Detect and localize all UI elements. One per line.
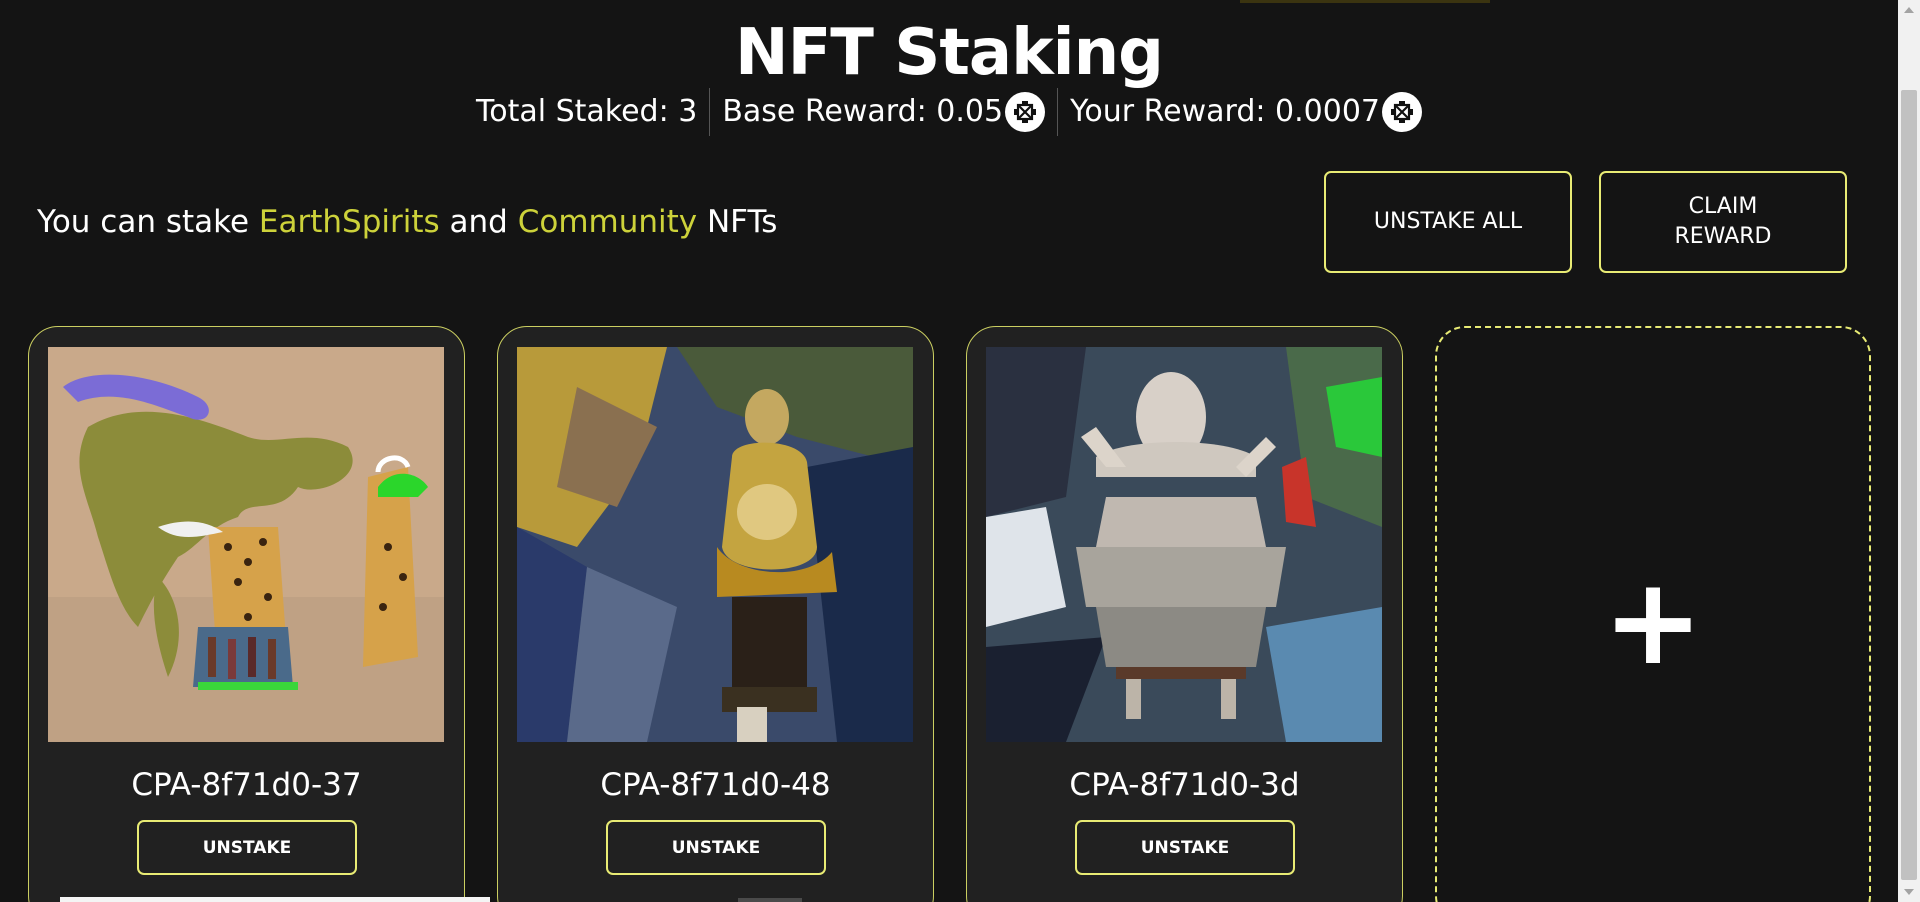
claim-reward-button[interactable]: CLAIM REWARD: [1599, 171, 1847, 273]
stats-bar: Total Staked: 3 Base Reward: 0.05 Your R…: [0, 88, 1898, 136]
add-nft-card[interactable]: +: [1435, 326, 1871, 902]
scroll-down-arrow-icon[interactable]: [1904, 889, 1914, 895]
nft-image: [517, 347, 913, 742]
stakeable-collections-text: You can stake EarthSpirits and Community…: [37, 200, 777, 244]
nft-name: CPA-8f71d0-48: [600, 767, 831, 803]
nft-name: CPA-8f71d0-3d: [1069, 767, 1300, 803]
unstake-button[interactable]: UNSTAKE: [606, 820, 826, 875]
base-reward-stat: Base Reward: 0.05: [709, 88, 1057, 136]
your-reward-text: Your Reward: 0.0007: [1070, 94, 1380, 129]
bottom-strip-decoration: [60, 897, 490, 902]
nft-image: [986, 347, 1382, 742]
intro-suffix: NFTs: [697, 204, 778, 240]
unstake-button[interactable]: UNSTAKE: [137, 820, 357, 875]
nft-card: CPA-8f71d0-48 UNSTAKE: [497, 326, 934, 902]
page-title: NFT Staking: [735, 16, 1164, 90]
token-coin-icon: [1382, 92, 1422, 132]
collection-community: Community: [517, 204, 698, 240]
your-reward-stat: Your Reward: 0.0007: [1057, 88, 1434, 136]
collection-earthspirits: EarthSpirits: [258, 204, 440, 240]
base-reward-text: Base Reward: 0.05: [722, 94, 1004, 129]
nft-card: CPA-8f71d0-37 UNSTAKE: [28, 326, 465, 902]
unstake-button[interactable]: UNSTAKE: [1075, 820, 1295, 875]
nft-staking-page: NFT Staking Total Staked: 3 Base Reward:…: [0, 0, 1920, 902]
intro-prefix: You can stake: [37, 204, 259, 240]
total-staked-stat: Total Staked: 3: [464, 88, 709, 136]
scrollbar-thumb[interactable]: [1901, 90, 1917, 880]
intro-connector: and: [439, 204, 518, 240]
total-staked-text: Total Staked: 3: [475, 94, 698, 129]
nft-card: CPA-8f71d0-3d UNSTAKE: [966, 326, 1403, 902]
unstake-all-button[interactable]: UNSTAKE ALL: [1324, 171, 1572, 273]
token-coin-icon: [1005, 92, 1046, 132]
plus-icon: +: [1602, 553, 1704, 692]
nft-name: CPA-8f71d0-37: [131, 767, 362, 803]
bottom-strip-decoration: [738, 898, 802, 902]
vertical-scrollbar[interactable]: [1898, 0, 1920, 902]
top-glow-decoration: [1240, 0, 1490, 3]
nft-image: [48, 347, 444, 742]
scroll-up-arrow-icon[interactable]: [1904, 7, 1914, 13]
